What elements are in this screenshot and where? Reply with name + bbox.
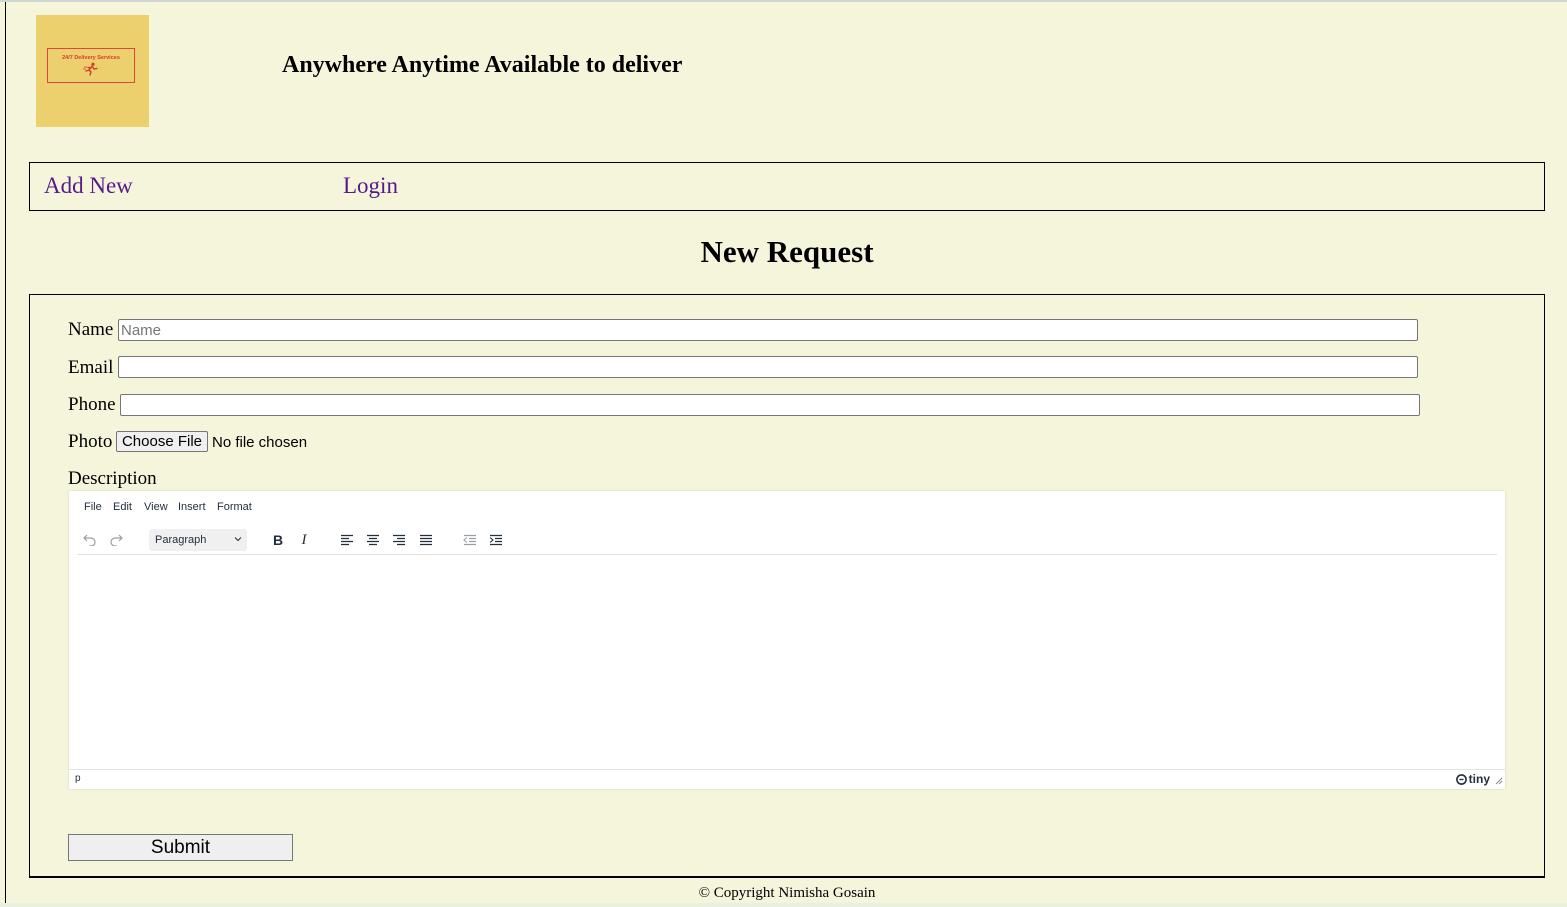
italic-icon: I [301, 531, 307, 548]
submit-button[interactable]: Submit [68, 834, 293, 861]
align-right-button[interactable] [388, 530, 410, 550]
nav-link-add-new[interactable]: Add New [44, 173, 133, 199]
new-request-form: Name Email Phone Photo Choose File No fi… [29, 294, 1545, 878]
top-navigation: Add New Login [29, 162, 1545, 211]
page-bottom-border [0, 903, 1567, 907]
nav-link-login[interactable]: Login [343, 173, 398, 199]
tiny-branding[interactable]: tiny [1455, 772, 1490, 786]
editor-statusbar: p tiny [69, 769, 1505, 789]
logo-frame: 24/7 Delivery Services [47, 48, 135, 83]
page-title: New Request [700, 234, 874, 269]
tiny-logo-icon [1455, 773, 1467, 785]
menu-view[interactable]: View [144, 501, 168, 513]
italic-button[interactable]: I [293, 530, 315, 550]
editor-content-area[interactable] [69, 557, 1505, 769]
bold-icon: B [272, 532, 284, 548]
name-label: Name [68, 319, 114, 340]
editor-menubar: File Edit View Insert Format [69, 499, 1505, 517]
rich-text-editor: File Edit View Insert Format Paragraph B… [69, 491, 1505, 789]
menu-edit[interactable]: Edit [113, 501, 132, 513]
page-left-border [5, 2, 6, 907]
align-justify-button[interactable] [415, 530, 437, 550]
align-right-icon [393, 534, 405, 546]
email-label: Email [68, 357, 114, 378]
align-left-icon [341, 534, 353, 546]
menu-file[interactable]: File [84, 501, 102, 513]
indent-button[interactable] [485, 530, 507, 550]
photo-label: Photo [68, 431, 113, 452]
outdent-button[interactable] [459, 530, 481, 550]
undo-icon [83, 534, 96, 546]
block-format-select[interactable]: Paragraph [149, 529, 247, 551]
runner-icon [48, 62, 134, 79]
align-justify-icon [420, 534, 432, 546]
description-label: Description [68, 468, 157, 489]
footer-copyright: © Copyright Nimisha Gosain [698, 885, 876, 901]
redo-button[interactable] [105, 530, 127, 550]
align-center-button[interactable] [362, 530, 384, 550]
menu-insert[interactable]: Insert [178, 501, 206, 513]
element-path[interactable]: p [75, 773, 81, 784]
block-format-value: Paragraph [155, 534, 207, 546]
resize-icon[interactable] [1495, 777, 1503, 785]
align-left-button[interactable] [336, 530, 358, 550]
site-logo: 24/7 Delivery Services [36, 15, 149, 127]
phone-label: Phone [68, 394, 116, 415]
bold-button[interactable]: B [267, 530, 289, 550]
menu-format[interactable]: Format [217, 501, 252, 513]
editor-toolbar: Paragraph B I [77, 526, 1497, 555]
file-status-text: No file chosen [212, 434, 308, 451]
logo-text: 24/7 Delivery Services [62, 55, 120, 61]
outdent-icon [463, 534, 476, 546]
choose-file-button[interactable]: Choose File [116, 431, 208, 452]
tiny-brand-text: tiny [1468, 772, 1490, 786]
chevron-down-icon [234, 537, 242, 542]
indent-icon [489, 534, 502, 546]
site-tagline: Anywhere Anytime Available to deliver [282, 52, 683, 78]
redo-icon [110, 534, 123, 546]
name-input[interactable] [118, 319, 1418, 341]
email-input[interactable] [118, 356, 1418, 378]
phone-input[interactable] [120, 394, 1420, 416]
undo-button[interactable] [79, 530, 101, 550]
page-top-border [0, 0, 1567, 2]
align-center-icon [367, 534, 379, 546]
